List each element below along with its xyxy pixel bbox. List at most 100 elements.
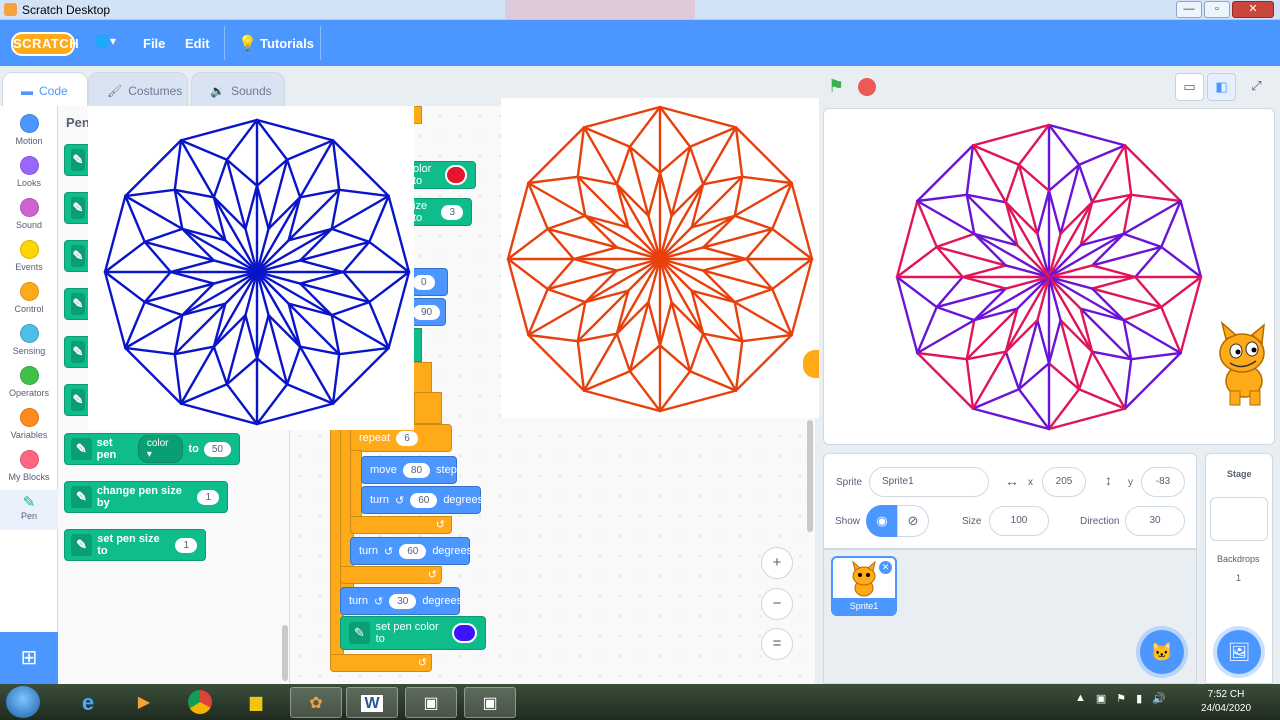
stage-thumbnail[interactable] bbox=[1210, 497, 1268, 541]
tray-flag-icon[interactable]: ⚑ bbox=[1116, 692, 1126, 705]
taskbar-chrome-icon[interactable] bbox=[174, 687, 226, 718]
sprite-tile[interactable]: ✕ Sprite1 bbox=[831, 556, 897, 616]
turn-degrees[interactable]: 60 bbox=[399, 543, 427, 559]
small-stage-button[interactable]: ▭ bbox=[1175, 73, 1204, 101]
repeat-count[interactable]: 6 bbox=[396, 430, 418, 446]
script-scrollbar[interactable] bbox=[807, 420, 813, 532]
turn-degrees[interactable]: 60 bbox=[410, 492, 438, 508]
category-pen[interactable]: ✎ Pen bbox=[0, 490, 58, 530]
y-label: y bbox=[1128, 477, 1133, 488]
tab-code[interactable]: ▬ Code bbox=[2, 72, 88, 108]
taskbar-ie-icon[interactable]: e bbox=[62, 687, 114, 718]
taskbar-scratch-icon[interactable]: ✿ bbox=[290, 687, 342, 718]
choose-sprite-button[interactable]: 🐱 bbox=[1140, 630, 1184, 674]
category-motion[interactable]: Motion bbox=[0, 114, 58, 146]
menu-file[interactable]: File bbox=[143, 36, 165, 51]
zoom-in-button[interactable]: + bbox=[761, 547, 793, 579]
tray-volume-icon[interactable]: 🔊 bbox=[1152, 692, 1166, 705]
pen-block-set-pen-param[interactable]: ✎ set pen color ▾ to 50 bbox=[64, 433, 240, 465]
script-control-edge[interactable] bbox=[414, 392, 442, 424]
stage-canvas[interactable] bbox=[823, 108, 1275, 445]
menu-tutorials[interactable]: Tutorials bbox=[260, 36, 314, 51]
tab-costumes[interactable]: 🖌 Costumes bbox=[88, 72, 188, 108]
pattern-line bbox=[916, 144, 975, 203]
color-swatch-blue[interactable] bbox=[452, 623, 478, 643]
pattern-line bbox=[916, 193, 969, 203]
move-steps[interactable]: 80 bbox=[402, 462, 431, 478]
scratch-cat-sprite[interactable] bbox=[1219, 320, 1265, 406]
tray-network-icon[interactable]: ▮ bbox=[1136, 692, 1142, 705]
choose-backdrop-button[interactable]: 🖼 bbox=[1217, 630, 1261, 674]
language-globe-icon[interactable]: 🌐▾ bbox=[95, 34, 116, 48]
x-input[interactable]: 205 bbox=[1042, 467, 1086, 497]
pattern-line bbox=[527, 181, 587, 218]
script-turn-block[interactable]: turn ↺ 30 degrees bbox=[340, 587, 462, 615]
pattern-line bbox=[1077, 163, 1094, 204]
category-variables[interactable]: Variables bbox=[0, 408, 58, 440]
category-sound[interactable]: Sound bbox=[0, 198, 58, 230]
tray-up-arrow-icon[interactable]: ▲ bbox=[1075, 692, 1086, 705]
pattern-line bbox=[1077, 350, 1094, 391]
show-sprite-button[interactable]: ◉ bbox=[866, 505, 898, 537]
color-swatch-red[interactable] bbox=[444, 165, 467, 185]
middle-repeat-bottom[interactable]: ↺ bbox=[340, 566, 442, 584]
repeat-arrow-icon: ↺ bbox=[427, 569, 437, 581]
maximize-button[interactable]: ▫ bbox=[1204, 1, 1230, 18]
pattern-line bbox=[895, 199, 919, 279]
close-button[interactable]: ✕ bbox=[1232, 1, 1274, 18]
category-operators[interactable]: Operators bbox=[0, 366, 58, 398]
turn-degrees[interactable]: 30 bbox=[389, 593, 417, 609]
pattern-line bbox=[1047, 318, 1062, 365]
y-input[interactable]: -83 bbox=[1141, 467, 1185, 497]
outer-repeat-bottom[interactable]: ↺ bbox=[330, 654, 432, 672]
zoom-reset-button[interactable]: = bbox=[761, 628, 793, 660]
change-size-value[interactable]: 1 bbox=[197, 489, 219, 505]
scratch-logo[interactable]: SCRATCH bbox=[11, 32, 79, 56]
category-looks[interactable]: Looks bbox=[0, 156, 58, 188]
pattern-line bbox=[255, 313, 270, 360]
fullscreen-button[interactable]: ⤢ bbox=[1242, 73, 1271, 101]
script-set-pen-size[interactable]: ize to 3 bbox=[404, 198, 472, 226]
palette-scrollbar[interactable] bbox=[282, 625, 288, 681]
script-move-block[interactable]: move 80 steps bbox=[361, 456, 462, 484]
sprite-name-input[interactable]: Sprite1 bbox=[869, 467, 989, 497]
add-extension-button[interactable]: ⊞ bbox=[0, 632, 58, 684]
pattern-line bbox=[331, 139, 341, 192]
stop-icon[interactable] bbox=[858, 78, 876, 96]
normal-stage-button[interactable]: ◧ bbox=[1207, 73, 1236, 101]
size-input[interactable]: 100 bbox=[989, 506, 1049, 536]
script-set-pen-color-blue[interactable]: ✎ set pen color to bbox=[340, 616, 486, 650]
start-button[interactable] bbox=[6, 686, 40, 718]
set-size-value[interactable]: 1 bbox=[175, 537, 197, 553]
taskbar-explorer-icon[interactable]: ▆ bbox=[230, 687, 282, 718]
pen-param-dropdown[interactable]: color ▾ bbox=[137, 435, 184, 463]
minimize-button[interactable]: — bbox=[1176, 1, 1202, 18]
taskbar-app-icon[interactable]: ▣ bbox=[405, 687, 457, 718]
green-flag-icon[interactable]: ⚑ bbox=[828, 76, 844, 97]
pattern-line bbox=[298, 139, 335, 199]
taskbar-clock[interactable]: 7:52 CH 24/04/2020 bbox=[1196, 688, 1256, 716]
tray-app-icon[interactable]: ▣ bbox=[1096, 692, 1106, 705]
tab-sounds[interactable]: 🔉 Sounds bbox=[191, 72, 285, 108]
inner-repeat-bottom[interactable]: ↺ bbox=[350, 516, 452, 534]
script-turn-block[interactable]: turn ↺ 60 degrees bbox=[350, 537, 472, 565]
category-sensing[interactable]: Sensing bbox=[0, 324, 58, 356]
category-control[interactable]: Control bbox=[0, 282, 58, 314]
hide-sprite-button[interactable]: ⊘ bbox=[897, 505, 929, 537]
pattern-line bbox=[658, 105, 738, 129]
taskbar-app-icon-2[interactable]: ▣ bbox=[464, 687, 516, 718]
pen-block-set-size[interactable]: ✎ set pen size to 1 bbox=[64, 529, 206, 561]
script-turn-block[interactable]: turn ↺ 60 degrees bbox=[361, 486, 483, 514]
pattern-line bbox=[255, 118, 335, 142]
taskbar-media-icon[interactable]: ▶ bbox=[118, 687, 170, 718]
pen-block-change-size[interactable]: ✎ change pen size by 1 bbox=[64, 481, 228, 513]
zoom-out-button[interactable]: − bbox=[761, 588, 793, 620]
taskbar-word-icon[interactable]: W bbox=[346, 687, 398, 718]
script-set-pen-color-red[interactable]: olor to bbox=[404, 161, 476, 189]
category-my-blocks[interactable]: My Blocks bbox=[0, 450, 58, 482]
pen-param-value[interactable]: 50 bbox=[203, 441, 231, 457]
blue-rosette bbox=[103, 118, 411, 426]
direction-input[interactable]: 30 bbox=[1125, 506, 1185, 536]
category-events[interactable]: Events bbox=[0, 240, 58, 272]
menu-edit[interactable]: Edit bbox=[185, 36, 210, 51]
